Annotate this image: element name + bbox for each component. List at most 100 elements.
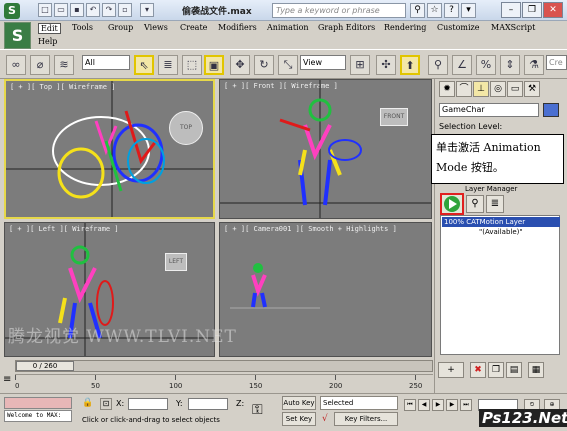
- window-title: 偷袭战文件.max: [182, 7, 252, 17]
- go-to-start-icon[interactable]: ⏮: [404, 399, 416, 411]
- chevron-down-icon[interactable]: ▾: [461, 3, 476, 18]
- time-slider-thumb[interactable]: 0 / 260: [16, 361, 74, 371]
- reference-coord-dropdown[interactable]: View: [300, 55, 346, 70]
- x-label: X:: [116, 399, 125, 408]
- minimize-button[interactable]: –: [501, 2, 521, 18]
- select-object-icon[interactable]: ⇖: [134, 55, 154, 75]
- rotate-icon[interactable]: ↻: [254, 55, 274, 75]
- select-by-name-icon[interactable]: ≣: [158, 55, 178, 75]
- play-icon[interactable]: ▶: [432, 399, 444, 411]
- angle-snap-icon[interactable]: ∠: [452, 55, 472, 75]
- layer-manager-header[interactable]: Layer Manager: [465, 185, 517, 193]
- app-logo[interactable]: S: [4, 22, 31, 49]
- layer-list-icon[interactable]: ≣: [486, 195, 504, 213]
- close-button[interactable]: ✕: [543, 2, 563, 18]
- viewport-camera[interactable]: [ + ][ Camera001 ][ Smooth + Highlights …: [219, 222, 432, 357]
- set-key-button[interactable]: Set Key: [282, 412, 316, 426]
- object-color-swatch[interactable]: [543, 103, 559, 117]
- bind-space-warp-icon[interactable]: ≋: [54, 55, 74, 75]
- play-icon: [444, 196, 460, 212]
- scale-icon[interactable]: ⤡: [278, 55, 298, 75]
- help-icon[interactable]: ?: [444, 3, 459, 18]
- open-icon[interactable]: ▭: [54, 3, 68, 17]
- modify-tab-icon[interactable]: ⌒: [456, 81, 472, 97]
- watermark-ps123: Ps123.Net: [479, 409, 567, 427]
- window-crossing-icon[interactable]: ▣: [204, 55, 224, 75]
- animation-mode-button[interactable]: [440, 193, 464, 215]
- save-icon[interactable]: ▪: [70, 3, 84, 17]
- track-bar[interactable]: 0 50 100 150 200 250: [15, 374, 433, 390]
- menu-modifiers[interactable]: Modifiers: [218, 23, 257, 32]
- display-tab-icon[interactable]: ▭: [507, 81, 523, 97]
- restore-button[interactable]: ❐: [522, 2, 542, 18]
- copy-layer-icon[interactable]: ❐: [488, 362, 504, 378]
- undo-icon[interactable]: ↶: [86, 3, 100, 17]
- star-icon[interactable]: ☆: [427, 3, 442, 18]
- key-icon[interactable]: ⚿: [252, 402, 263, 418]
- binoculars-icon[interactable]: ⚲: [410, 3, 425, 18]
- viewport-front[interactable]: [ + ][ Front ][ Wireframe ] FRONT: [219, 79, 432, 219]
- paste-layer-icon[interactable]: ▤: [506, 362, 522, 378]
- percent-snap-icon[interactable]: %: [476, 55, 496, 75]
- menu-animation[interactable]: Animation: [267, 23, 309, 32]
- menu-create[interactable]: Create: [180, 23, 207, 32]
- delete-layer-icon[interactable]: ✖: [470, 362, 486, 378]
- welcome-field[interactable]: Welcome to MAX:: [4, 410, 72, 422]
- unlink-icon[interactable]: ⌀: [30, 55, 50, 75]
- mini-curve-editor-icon[interactable]: ≡: [3, 374, 13, 388]
- maxscript-listener[interactable]: [4, 397, 72, 409]
- y-coordinate-field[interactable]: [188, 398, 228, 410]
- menu-tools[interactable]: Tools: [72, 23, 93, 32]
- layer-row[interactable]: 100% CATMotion Layer: [442, 217, 560, 227]
- snaps-icon[interactable]: ⚲: [428, 55, 448, 75]
- setup-mode-icon[interactable]: ⚲: [466, 195, 484, 213]
- layer-list[interactable]: 100% CATMotion Layer "(Available)": [440, 215, 560, 355]
- link-icon[interactable]: ∞: [6, 55, 26, 75]
- absolute-mode-icon[interactable]: ⊡: [100, 398, 112, 410]
- app-icon[interactable]: S: [4, 3, 20, 19]
- menu-help[interactable]: Help: [38, 37, 57, 46]
- auto-key-button[interactable]: Auto Key: [282, 396, 316, 410]
- dropdown-arrow-icon[interactable]: ▾: [140, 3, 154, 17]
- named-selection-input[interactable]: Cre: [546, 55, 567, 70]
- key-filters-button[interactable]: Key Filters...: [334, 412, 398, 426]
- pivot-center-icon[interactable]: ⊞: [350, 55, 370, 75]
- keyboard-shortcut-override-icon[interactable]: ⬆: [400, 55, 420, 75]
- select-manipulate-icon[interactable]: ✣: [376, 55, 396, 75]
- key-mode-dropdown[interactable]: Selected: [320, 396, 398, 410]
- previous-frame-icon[interactable]: ◀: [418, 399, 430, 411]
- menu-edit[interactable]: Edit: [38, 23, 61, 34]
- menu-rendering[interactable]: Rendering: [384, 23, 426, 32]
- new-icon[interactable]: □: [38, 3, 52, 17]
- menu-customize[interactable]: Customize: [437, 23, 480, 32]
- x-coordinate-field[interactable]: [128, 398, 168, 410]
- go-to-end-icon[interactable]: ⏭: [460, 399, 472, 411]
- hierarchy-tab-icon[interactable]: ⊥: [473, 81, 489, 97]
- spinner-snap-icon[interactable]: ⇕: [500, 55, 520, 75]
- create-tab-icon[interactable]: ✹: [439, 81, 455, 97]
- layer-settings-icon[interactable]: ▦: [528, 362, 544, 378]
- lock-icon[interactable]: 🔒: [82, 398, 94, 410]
- menu-views[interactable]: Views: [144, 23, 168, 32]
- object-name-field[interactable]: GameChar: [439, 103, 539, 117]
- next-frame-icon[interactable]: ▶: [446, 399, 458, 411]
- search-input[interactable]: Type a keyword or phrase: [272, 3, 406, 18]
- menu-maxscript[interactable]: MAXScript: [491, 23, 535, 32]
- motion-tab-icon[interactable]: ◎: [490, 81, 506, 97]
- menu-graph-editors[interactable]: Graph Editors: [318, 23, 375, 32]
- hold-icon[interactable]: ▫: [118, 3, 132, 17]
- key-icon-small[interactable]: √: [322, 414, 328, 424]
- edit-named-selection-icon[interactable]: ⚗: [524, 55, 544, 75]
- selection-filter-dropdown[interactable]: All: [82, 55, 130, 70]
- move-icon[interactable]: ✥: [230, 55, 250, 75]
- tick: [15, 375, 16, 380]
- y-label: Y:: [176, 399, 183, 408]
- viewport-top[interactable]: [ + ][ Top ][ Wireframe ] TOP: [4, 79, 215, 219]
- time-slider[interactable]: 0 / 260: [15, 360, 433, 372]
- redo-icon[interactable]: ↷: [102, 3, 116, 17]
- layer-row[interactable]: "(Available)": [479, 228, 523, 236]
- add-layer-button[interactable]: +: [438, 362, 464, 378]
- menu-group[interactable]: Group: [108, 23, 133, 32]
- utilities-tab-icon[interactable]: ⚒: [524, 81, 540, 97]
- rectangular-selection-icon[interactable]: ⬚: [182, 55, 202, 75]
